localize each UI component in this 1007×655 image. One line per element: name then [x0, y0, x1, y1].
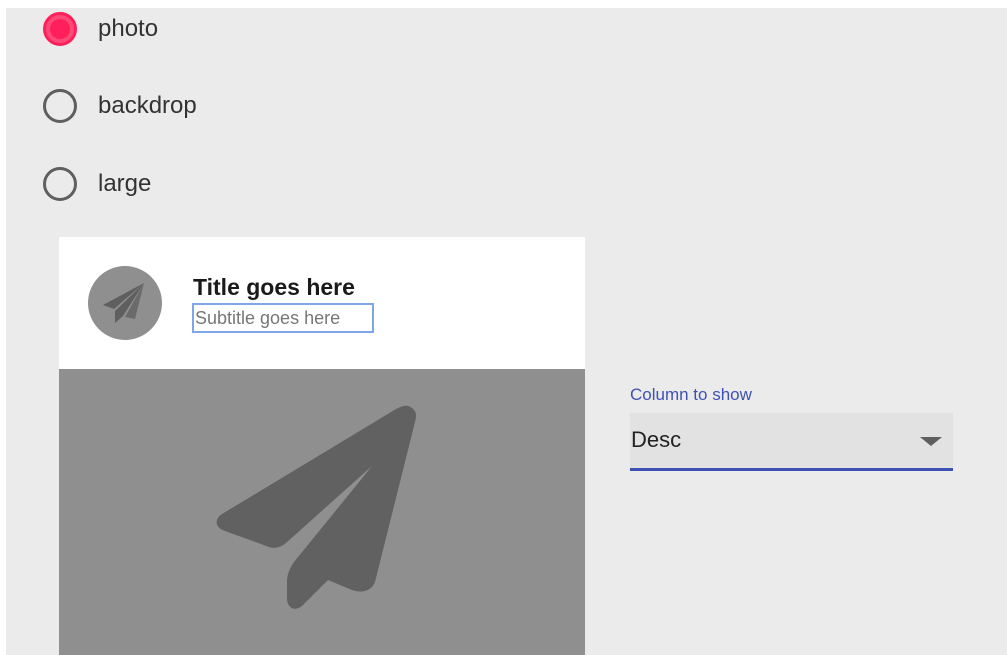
dropdown-arrow-icon[interactable] [920, 437, 942, 446]
select-value: Desc [631, 427, 682, 452]
radio-option-large[interactable]: large [43, 166, 151, 202]
radio-option-photo[interactable]: photo [43, 11, 158, 47]
radio-button[interactable] [43, 167, 77, 201]
column-select[interactable]: Desc [630, 413, 953, 471]
send-icon [103, 283, 144, 323]
card-subtitle-field[interactable]: Subtitle goes here [192, 303, 374, 333]
card-media [59, 369, 585, 655]
avatar [88, 266, 162, 340]
send-icon [216, 405, 416, 609]
radio-label: photo [98, 15, 159, 42]
select-label: Column to show [630, 385, 752, 404]
radio-label: large [98, 170, 152, 197]
radio-option-backdrop[interactable]: backdrop [43, 88, 197, 124]
card-title: Title goes here [193, 274, 355, 300]
preview-card: Title goes here Subtitle goes here [59, 237, 585, 655]
radio-button[interactable] [43, 89, 77, 123]
radio-label: backdrop [98, 92, 197, 119]
radio-button-checked[interactable] [43, 12, 77, 46]
